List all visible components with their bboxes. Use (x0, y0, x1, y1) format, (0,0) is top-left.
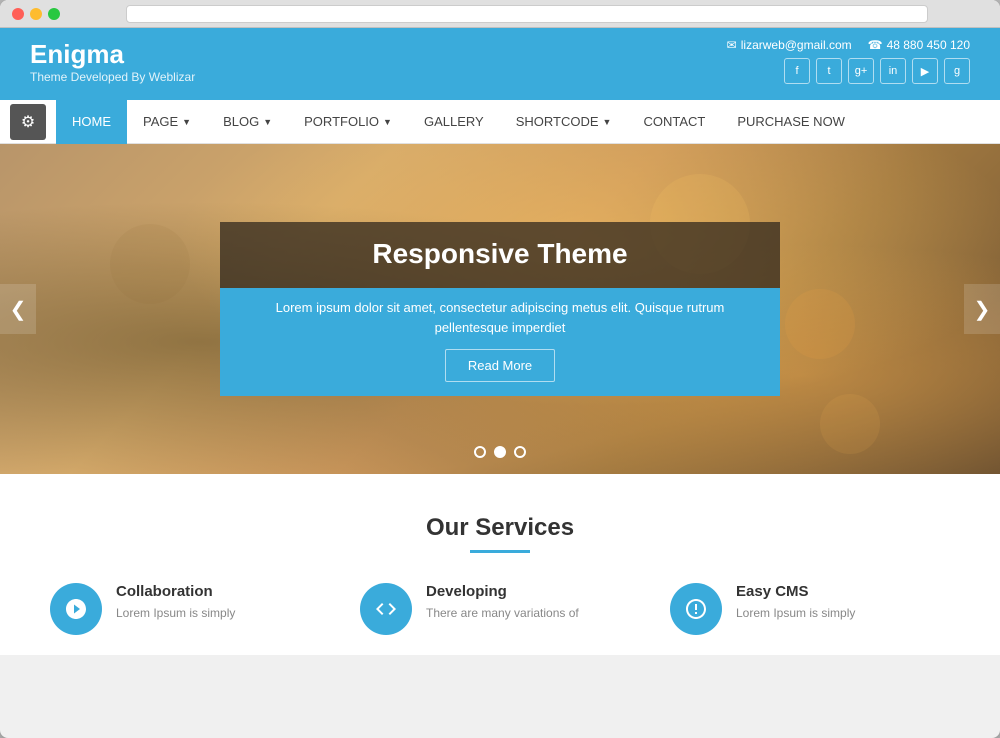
maximize-button[interactable] (48, 8, 60, 20)
service-text-cms: Easy CMS Lorem Ipsum is simply (736, 583, 855, 622)
phone-icon: ☎ (868, 38, 883, 52)
hero-next-button[interactable]: ❯ (964, 284, 1000, 334)
hero-prev-button[interactable]: ❮ (0, 284, 36, 334)
hero-content: Responsive Theme Lorem ipsum dolor sit a… (220, 222, 780, 396)
nav-item-purchase[interactable]: PURCHASE NOW (721, 100, 861, 144)
minimize-button[interactable] (30, 8, 42, 20)
hero-read-more-button[interactable]: Read More (445, 349, 555, 382)
site-header: Enigma Theme Developed By Weblizar ✉ liz… (0, 28, 1000, 100)
twitter-icon[interactable]: t (816, 58, 842, 84)
next-icon: ❯ (974, 297, 991, 322)
service-name-cms: Easy CMS (736, 583, 855, 600)
settings-button[interactable]: ⚙ (10, 104, 46, 140)
nav-item-home[interactable]: HOME (56, 100, 127, 144)
hero-dot-3[interactable] (514, 446, 526, 458)
page-arrow: ▼ (182, 117, 191, 127)
nav-item-shortcode[interactable]: SHORTCODE ▼ (500, 100, 628, 144)
settings-icon: ⚙ (21, 112, 35, 132)
hero-dot-2[interactable] (494, 446, 506, 458)
social-icons: f t g+ in ▶ g (784, 58, 970, 84)
google-plus-icon[interactable]: g+ (848, 58, 874, 84)
youtube-icon[interactable]: ▶ (912, 58, 938, 84)
brand: Enigma Theme Developed By Weblizar (30, 39, 195, 84)
brand-tagline: Theme Developed By Weblizar (30, 70, 195, 84)
service-desc-collaboration: Lorem Ipsum is simply (116, 604, 235, 622)
site-content: Enigma Theme Developed By Weblizar ✉ liz… (0, 28, 1000, 655)
service-name-collaboration: Collaboration (116, 583, 235, 600)
main-nav: ⚙ HOME PAGE ▼ BLOG ▼ PORTFOLIO ▼ GALLERY… (0, 100, 1000, 144)
phone-text: 48 880 450 120 (887, 38, 970, 52)
service-text-developing: Developing There are many variations of (426, 583, 579, 622)
url-bar[interactable] (126, 5, 928, 23)
header-contact: ✉ lizarweb@gmail.com ☎ 48 880 450 120 (727, 38, 970, 52)
nav-item-contact[interactable]: CONTACT (627, 100, 721, 144)
hero-desc-box: Lorem ipsum dolor sit amet, consectetur … (220, 288, 780, 396)
linkedin-icon[interactable]: in (880, 58, 906, 84)
hero-dot-1[interactable] (474, 446, 486, 458)
brand-name: Enigma (30, 39, 195, 70)
google-icon[interactable]: g (944, 58, 970, 84)
nav-item-page[interactable]: PAGE ▼ (127, 100, 207, 144)
shortcode-arrow: ▼ (603, 117, 612, 127)
developing-icon (360, 583, 412, 635)
portfolio-arrow: ▼ (383, 117, 392, 127)
services-underline (470, 550, 530, 553)
close-button[interactable] (12, 8, 24, 20)
phone-contact: ☎ 48 880 450 120 (868, 38, 970, 52)
services-title: Our Services (30, 514, 970, 542)
titlebar (0, 0, 1000, 28)
service-desc-cms: Lorem Ipsum is simply (736, 604, 855, 622)
services-section: Our Services Collaboration Lorem Ipsum i… (0, 474, 1000, 655)
services-grid: Collaboration Lorem Ipsum is simply Deve… (30, 583, 970, 635)
hero-section: ❮ Responsive Theme Lorem ipsum dolor sit… (0, 144, 1000, 474)
nav-item-blog[interactable]: BLOG ▼ (207, 100, 288, 144)
facebook-icon[interactable]: f (784, 58, 810, 84)
service-item-cms: Easy CMS Lorem Ipsum is simply (670, 583, 950, 635)
hero-title-box: Responsive Theme (220, 222, 780, 288)
service-desc-developing: There are many variations of (426, 604, 579, 622)
nav-item-portfolio[interactable]: PORTFOLIO ▼ (288, 100, 408, 144)
hero-description: Lorem ipsum dolor sit amet, consectetur … (240, 298, 760, 337)
browser-window: Enigma Theme Developed By Weblizar ✉ liz… (0, 0, 1000, 738)
service-text-collaboration: Collaboration Lorem Ipsum is simply (116, 583, 235, 622)
service-name-developing: Developing (426, 583, 579, 600)
nav-items: HOME PAGE ▼ BLOG ▼ PORTFOLIO ▼ GALLERY S… (56, 100, 861, 143)
service-item-developing: Developing There are many variations of (360, 583, 640, 635)
email-contact: ✉ lizarweb@gmail.com (727, 38, 852, 52)
hero-dots (474, 446, 526, 458)
collaboration-icon (50, 583, 102, 635)
cms-icon (670, 583, 722, 635)
header-contact-social: ✉ lizarweb@gmail.com ☎ 48 880 450 120 f … (727, 38, 970, 84)
header-top: Enigma Theme Developed By Weblizar ✉ liz… (30, 38, 970, 84)
blog-arrow: ▼ (263, 117, 272, 127)
hero-title: Responsive Theme (250, 238, 750, 270)
email-text: lizarweb@gmail.com (741, 38, 852, 52)
service-item-collaboration: Collaboration Lorem Ipsum is simply (50, 583, 330, 635)
email-icon: ✉ (727, 38, 737, 52)
nav-item-gallery[interactable]: GALLERY (408, 100, 500, 144)
prev-icon: ❮ (10, 297, 27, 322)
